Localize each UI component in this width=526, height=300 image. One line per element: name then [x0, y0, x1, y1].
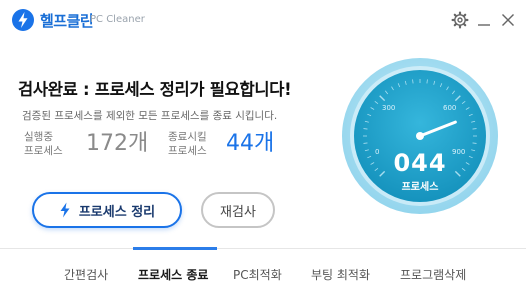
- app-name: 헬프클린: [40, 12, 94, 30]
- running-process-label-line2: 프로세스: [24, 145, 63, 157]
- tab-program-uninstall[interactable]: 프로그램삭제: [400, 266, 466, 283]
- scan-description: 검증된 프로세스를 제외한 모든 프로세스를 종료 시킵니다.: [22, 110, 278, 122]
- tab-divider: [0, 248, 526, 249]
- rescan-button-label: 재검사: [220, 204, 256, 220]
- gauge-label: 프로세스: [401, 182, 439, 193]
- gauge-tick-mark: [363, 142, 368, 144]
- settings-icon[interactable]: [450, 10, 470, 30]
- app-logo-icon: [12, 9, 34, 31]
- terminate-process-count: 44개: [226, 131, 275, 156]
- rescan-button[interactable]: 재검사: [201, 192, 275, 228]
- gauge-tick-mark: [363, 128, 368, 130]
- tab-pc-optimize[interactable]: PC최적화: [233, 266, 282, 283]
- app-window: 헬프클린 PC Cleaner 검사완료: 프로세스 정리가 필요합니다! 검…: [0, 0, 526, 300]
- running-process-count: 172개: [86, 131, 149, 156]
- terminate-process-label-line2: 프로세스: [168, 145, 207, 157]
- app-subtitle: PC Cleaner: [90, 14, 145, 25]
- tab-boot-optimize[interactable]: 부팅 최적화: [311, 266, 370, 283]
- gauge-tick-mark: [472, 128, 477, 130]
- running-process-label-line1: 실행중: [24, 131, 53, 143]
- lightning-icon: [60, 202, 70, 218]
- running-process-label: 실행중 프로세스: [24, 130, 84, 158]
- minimize-icon[interactable]: [474, 10, 494, 30]
- terminate-process-label: 종료시킬 프로세스: [168, 130, 228, 158]
- tab-quick-scan[interactable]: 간편검사: [64, 266, 108, 283]
- bottom-tab-bar: 간편검사 프로세스 종료 PC최적화 부팅 최적화 프로그램삭제: [0, 250, 526, 300]
- gauge-value: 044: [393, 149, 447, 177]
- gauge-tick-300: 300: [382, 104, 396, 112]
- scan-result-headline: 검사완료 : 프로세스 정리가 필요합니다!: [18, 80, 292, 99]
- gauge-tick-mark: [472, 142, 477, 144]
- tab-process-terminate[interactable]: 프로세스 종료: [138, 266, 208, 283]
- close-icon[interactable]: [498, 10, 518, 30]
- gauge-hub: [416, 132, 424, 140]
- gauge-tick-mark: [426, 79, 428, 84]
- process-gauge: 0 300 600 900 044 프로세스: [340, 56, 500, 216]
- terminate-process-label-line1: 종료시킬: [168, 131, 207, 143]
- title-bar: 헬프클린 PC Cleaner: [0, 0, 526, 40]
- clean-process-button[interactable]: 프로세스 정리: [32, 192, 182, 228]
- clean-process-button-label: 프로세스 정리: [78, 204, 156, 220]
- gauge-tick-600: 600: [443, 104, 457, 112]
- gauge-tick-mark: [412, 79, 414, 84]
